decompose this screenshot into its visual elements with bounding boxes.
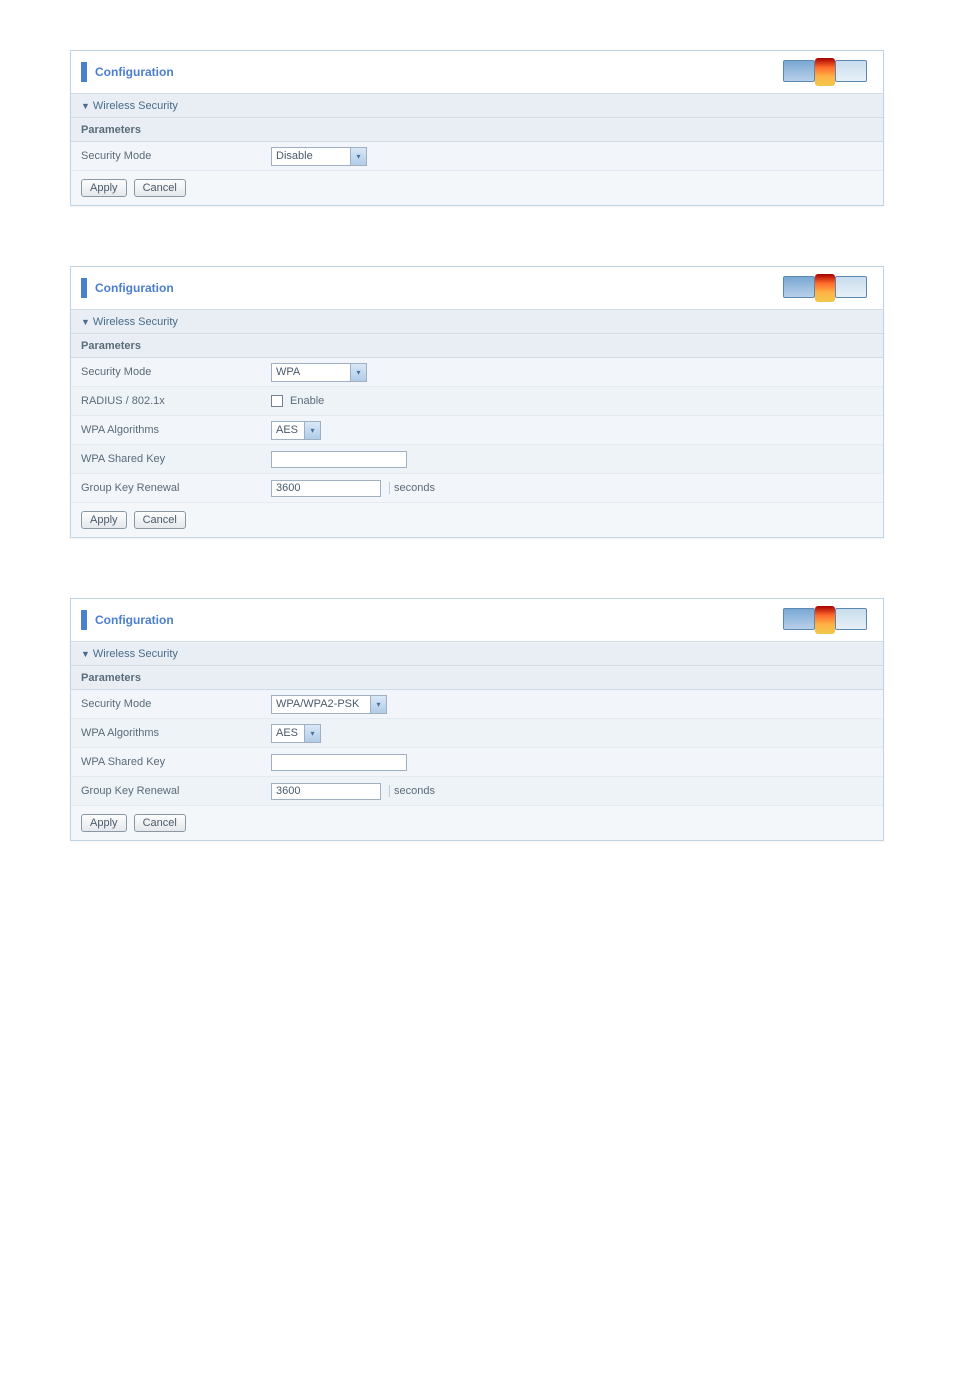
group-key-renewal-input[interactable] bbox=[271, 480, 381, 497]
chart-icon bbox=[811, 274, 839, 302]
group-key-renewal-label: Group Key Renewal bbox=[81, 482, 271, 494]
wpa-algorithms-value: AES bbox=[272, 424, 304, 436]
cancel-button[interactable]: Cancel bbox=[134, 511, 186, 529]
security-mode-select[interactable]: Disable ▾ bbox=[271, 147, 367, 166]
group-key-renewal-input[interactable] bbox=[271, 783, 381, 800]
row-wpa-shared-key: WPA Shared Key bbox=[71, 445, 883, 474]
chart-icon bbox=[811, 606, 839, 634]
apply-button[interactable]: Apply bbox=[81, 814, 127, 832]
radius-enable-label: Enable bbox=[290, 395, 324, 407]
security-mode-select[interactable]: WPA ▾ bbox=[271, 363, 367, 382]
row-group-key-renewal: Group Key Renewal seconds bbox=[71, 474, 883, 503]
row-security-mode: Security Mode Disable ▾ bbox=[71, 142, 883, 171]
security-mode-value: WPA bbox=[272, 366, 350, 378]
wpa-shared-key-input[interactable] bbox=[271, 451, 407, 468]
section-wireless-security[interactable]: ▼Wireless Security bbox=[71, 94, 883, 118]
radius-label: RADIUS / 802.1x bbox=[81, 395, 271, 407]
section-title: Wireless Security bbox=[93, 100, 178, 112]
seconds-label: seconds bbox=[389, 482, 435, 494]
button-row: Apply Cancel bbox=[71, 806, 883, 840]
wpa-algorithms-value: AES bbox=[272, 727, 304, 739]
header-logo bbox=[777, 58, 873, 86]
cancel-button[interactable]: Cancel bbox=[134, 179, 186, 197]
seconds-label: seconds bbox=[389, 785, 435, 797]
chevron-down-icon: ▼ bbox=[81, 317, 90, 327]
row-security-mode: Security Mode WPA ▾ bbox=[71, 358, 883, 387]
chart-icon bbox=[811, 58, 839, 86]
security-mode-select[interactable]: WPA/WPA2-PSK ▾ bbox=[271, 695, 387, 714]
row-wpa-shared-key: WPA Shared Key bbox=[71, 748, 883, 777]
parameters-header: Parameters bbox=[71, 666, 883, 690]
panel-wireless-security-wpa2psk: Configuration ▼Wireless Security Paramet… bbox=[70, 598, 884, 841]
section-wireless-security[interactable]: ▼Wireless Security bbox=[71, 642, 883, 666]
wpa-shared-key-input[interactable] bbox=[271, 754, 407, 771]
panel-header: Configuration bbox=[71, 599, 883, 642]
wpa-shared-key-label: WPA Shared Key bbox=[81, 453, 271, 465]
header-logo bbox=[777, 606, 873, 634]
radius-enable-checkbox[interactable] bbox=[271, 395, 283, 407]
chevron-down-icon: ▾ bbox=[304, 725, 320, 742]
parameters-header: Parameters bbox=[71, 118, 883, 142]
panel-header: Configuration bbox=[71, 267, 883, 310]
accent-bar bbox=[81, 610, 87, 630]
security-mode-label: Security Mode bbox=[81, 150, 271, 162]
row-radius: RADIUS / 802.1x Enable bbox=[71, 387, 883, 416]
chevron-down-icon: ▼ bbox=[81, 649, 90, 659]
panel-wireless-security-wpa: Configuration ▼Wireless Security Paramet… bbox=[70, 266, 884, 538]
security-mode-label: Security Mode bbox=[81, 366, 271, 378]
wpa-algorithms-select[interactable]: AES ▾ bbox=[271, 724, 321, 743]
accent-bar bbox=[81, 278, 87, 298]
panel-title: Configuration bbox=[95, 613, 174, 627]
chevron-down-icon: ▾ bbox=[350, 148, 366, 165]
row-wpa-algorithms: WPA Algorithms AES ▾ bbox=[71, 719, 883, 748]
section-title: Wireless Security bbox=[93, 648, 178, 660]
button-row: Apply Cancel bbox=[71, 171, 883, 205]
chevron-down-icon: ▾ bbox=[304, 422, 320, 439]
chevron-down-icon: ▼ bbox=[81, 101, 90, 111]
wpa-algorithms-label: WPA Algorithms bbox=[81, 727, 271, 739]
button-row: Apply Cancel bbox=[71, 503, 883, 537]
panel-wireless-security-disable: Configuration ▼Wireless Security Paramet… bbox=[70, 50, 884, 206]
section-wireless-security[interactable]: ▼Wireless Security bbox=[71, 310, 883, 334]
row-security-mode: Security Mode WPA/WPA2-PSK ▾ bbox=[71, 690, 883, 719]
cancel-button[interactable]: Cancel bbox=[134, 814, 186, 832]
accent-bar bbox=[81, 62, 87, 82]
row-wpa-algorithms: WPA Algorithms AES ▾ bbox=[71, 416, 883, 445]
panel-header: Configuration bbox=[71, 51, 883, 94]
wpa-shared-key-label: WPA Shared Key bbox=[81, 756, 271, 768]
panel-title: Configuration bbox=[95, 281, 174, 295]
parameters-header: Parameters bbox=[71, 334, 883, 358]
section-title: Wireless Security bbox=[93, 316, 178, 328]
panel-title: Configuration bbox=[95, 65, 174, 79]
security-mode-value: WPA/WPA2-PSK bbox=[272, 698, 370, 710]
group-key-renewal-label: Group Key Renewal bbox=[81, 785, 271, 797]
security-mode-label: Security Mode bbox=[81, 698, 271, 710]
row-group-key-renewal: Group Key Renewal seconds bbox=[71, 777, 883, 806]
apply-button[interactable]: Apply bbox=[81, 179, 127, 197]
security-mode-value: Disable bbox=[272, 150, 350, 162]
wpa-algorithms-label: WPA Algorithms bbox=[81, 424, 271, 436]
header-logo bbox=[777, 274, 873, 302]
apply-button[interactable]: Apply bbox=[81, 511, 127, 529]
chevron-down-icon: ▾ bbox=[350, 364, 366, 381]
wpa-algorithms-select[interactable]: AES ▾ bbox=[271, 421, 321, 440]
chevron-down-icon: ▾ bbox=[370, 696, 386, 713]
